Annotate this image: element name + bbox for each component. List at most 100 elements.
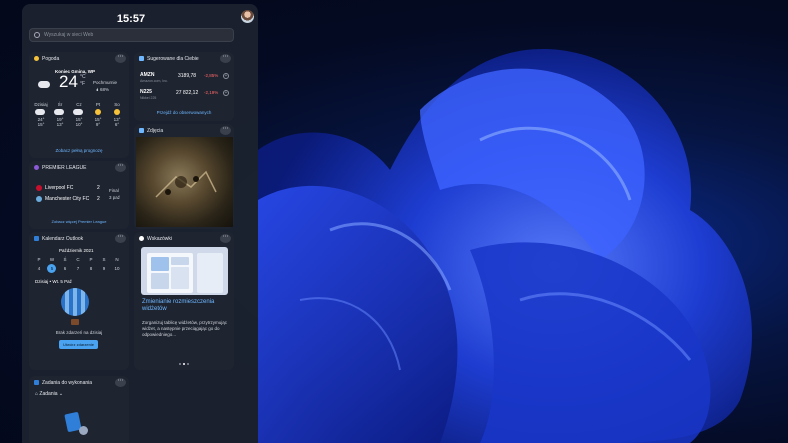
watchlist-link[interactable]: Przejdź do obserwowanych [134, 110, 234, 115]
clock: 15:57 [116, 13, 146, 25]
calendar-day[interactable]: 5 [47, 266, 57, 271]
calendar-day[interactable]: 10 [112, 266, 122, 271]
featured-photo[interactable] [136, 137, 233, 227]
weekday-label: S [102, 257, 106, 262]
todo-widget[interactable]: Zadania do wykonania ⋯ ⌂ Zadania ⌄ [29, 376, 129, 443]
stock-value: 27 822,12 [176, 90, 199, 96]
forecast-day[interactable]: Pt 15° 9° [89, 102, 107, 127]
more-options-button[interactable]: ⋯ [115, 54, 126, 63]
weekday-label: Ś [63, 257, 67, 262]
match-status: Final [109, 188, 119, 193]
add-stock-icon[interactable]: + [223, 73, 229, 79]
sports-widget[interactable]: PREMIER LEAGUE ⋯ Liverpool FC 2 Manchest… [29, 161, 129, 229]
tips-widget[interactable]: Wskazówki ⋯ Zmienianie rozmieszczenia wi… [134, 232, 234, 370]
widget-title: PREMIER LEAGUE [42, 165, 87, 171]
calendar-day[interactable]: 6 [60, 266, 70, 271]
widget-board-preview [147, 253, 223, 293]
stocks-widget[interactable]: Sugerowane dla Ciebie ⋯ AMZN Amazon.com,… [134, 52, 234, 121]
forecast-low: 10° [75, 122, 83, 127]
todo-icon [34, 380, 39, 385]
more-options-button[interactable]: ⋯ [220, 234, 231, 243]
search-placeholder: Wyszukaj w sieci Web [44, 32, 94, 38]
more-premier-league-link[interactable]: Zobacz więcej Premier League [29, 219, 129, 224]
unit-celsius[interactable]: °C [80, 74, 86, 80]
stock-symbol[interactable]: AMZN [140, 72, 154, 78]
team-score: 2 [97, 196, 100, 202]
more-options-button[interactable]: ⋯ [220, 54, 231, 63]
stock-symbol[interactable]: N225 [140, 89, 152, 95]
more-options-button[interactable]: ⋯ [115, 163, 126, 172]
stock-change: -2,85% [204, 73, 219, 78]
calendar-widget[interactable]: Kalendarz Outlook ⋯ Październik 2021 P W… [29, 232, 129, 370]
widget-title: Sugerowane dla Ciebie [147, 56, 199, 62]
cloudy-icon [73, 109, 83, 115]
balloon-basket-icon [71, 319, 79, 325]
tip-illustration [141, 247, 228, 295]
sunny-icon [114, 109, 120, 115]
widget-title: Wskazówki [147, 236, 173, 242]
stocks-icon [139, 56, 144, 61]
calendar-day[interactable]: 4 [34, 266, 44, 271]
man-city-badge-icon [36, 196, 42, 202]
widget-title: Kalendarz Outlook [42, 236, 84, 242]
widget-title: Pogoda [42, 56, 60, 62]
calendar-day[interactable]: 7 [73, 266, 83, 271]
tip-body-text: Zorganizuj tablicę widżetów, przytrzymuj… [142, 320, 228, 337]
forecast-low: 13° [56, 122, 64, 127]
photos-widget[interactable]: Zdjęcia ⋯ [134, 124, 234, 229]
search-icon [34, 32, 40, 38]
forecast-low: 9° [95, 122, 101, 127]
outlook-calendar-icon [34, 236, 39, 241]
calendar-month[interactable]: Październik 2021 [59, 248, 94, 253]
web-search-input[interactable]: Wyszukaj w sieci Web [29, 28, 234, 42]
lightbulb-icon [139, 236, 144, 241]
forecast-day[interactable]: So 13° 6° [108, 102, 126, 127]
forecast-day[interactable]: Cz 15° 10° [70, 102, 88, 127]
weather-condition: Pochmurnie [93, 80, 118, 85]
match-date: 3 paź [109, 195, 121, 200]
team-name[interactable]: Manchester City FC [45, 196, 89, 202]
task-list-selector[interactable]: ⌂ Zadania ⌄ [35, 391, 63, 397]
team-name[interactable]: Liverpool FC [45, 185, 73, 191]
more-options-button[interactable]: ⋯ [115, 378, 126, 387]
weather-icon [34, 56, 39, 61]
more-options-button[interactable]: ⋯ [115, 234, 126, 243]
current-temperature: 24 [59, 72, 78, 91]
weekday-label: N [115, 257, 119, 262]
tip-headline[interactable]: Zmienianie rozmieszczenia widżetów [142, 299, 228, 313]
weekday-label: P [37, 257, 41, 262]
team-score: 2 [97, 185, 100, 191]
forecast-low: 6° [114, 122, 120, 127]
cloudy-icon [35, 109, 45, 115]
add-stock-icon[interactable]: + [223, 90, 229, 96]
unit-fahrenheit[interactable]: °F [80, 81, 85, 87]
cloudy-icon [38, 81, 50, 88]
task-list-name: Zadania [39, 391, 58, 397]
more-options-button[interactable]: ⋯ [220, 126, 231, 135]
widget-title: Zadania do wykonania [42, 380, 93, 386]
weekday-label: P [89, 257, 93, 262]
create-event-button[interactable]: Utwórz zdarzenie [59, 340, 98, 349]
chevron-down-icon: ⌄ [57, 391, 64, 397]
premier-league-icon [34, 165, 39, 170]
stock-company: Amazon.com, Inc. [140, 79, 169, 83]
user-avatar[interactable] [241, 10, 254, 23]
cloudy-icon [54, 109, 64, 115]
photos-icon [139, 128, 144, 133]
weather-widget[interactable]: Pogoda ⋯ Koniec Gmina, WP 24 °C °F Pochm… [29, 52, 129, 158]
widget-title: Zdjęcia [147, 128, 164, 134]
weather-humidity: 🌢 68% [96, 87, 109, 92]
full-forecast-link[interactable]: Zobacz pełną prognozę [29, 148, 129, 153]
widgets-panel: 15:57 Wyszukaj w sieci Web Pogoda ⋯ Koni… [22, 4, 258, 443]
forecast-day[interactable]: Dzisiaj 24° 15° [32, 102, 50, 127]
photo-detail [155, 170, 217, 198]
liverpool-badge-icon [36, 185, 42, 191]
forecast-low: 15° [37, 122, 45, 127]
stock-value: 3189,78 [178, 73, 197, 79]
stock-company: Nikkei 225 [140, 96, 157, 100]
calendar-day[interactable]: 9 [99, 266, 109, 271]
calendar-day[interactable]: 8 [86, 266, 96, 271]
weekday-label: W [49, 257, 55, 262]
weekday-label: C [76, 257, 80, 262]
forecast-day[interactable]: Śr 19° 13° [51, 102, 69, 127]
